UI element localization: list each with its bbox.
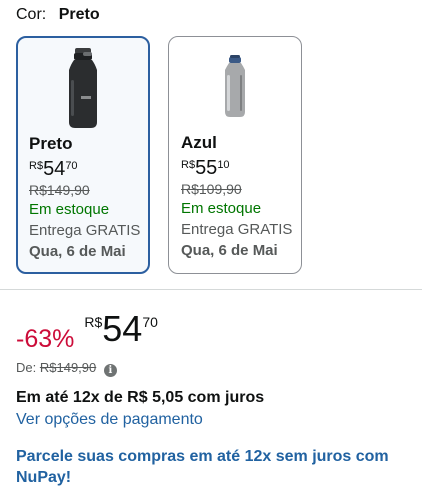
option-list-price: R$149,90 bbox=[29, 182, 90, 198]
price-currency: R$ bbox=[29, 160, 44, 172]
main-price-integer: 54 bbox=[102, 308, 143, 349]
option-price: R$5510 bbox=[181, 157, 230, 180]
color-selector-header: Cor: Preto bbox=[16, 5, 100, 25]
selected-color: Preto bbox=[58, 6, 100, 23]
price-integer: 54 bbox=[43, 158, 66, 180]
color-option-preto[interactable]: Preto R$5470 R$149,90 Em estoque Entrega… bbox=[16, 36, 150, 274]
price-decimal: 10 bbox=[217, 159, 230, 171]
price-decimal: 70 bbox=[65, 160, 78, 172]
main-price: -63% R$5470 bbox=[16, 308, 158, 353]
payment-options-link[interactable]: Ver opções de pagamento bbox=[16, 411, 203, 429]
option-availability: Em estoque bbox=[181, 200, 262, 217]
option-shipping: Entrega GRATIS bbox=[29, 222, 141, 239]
main-price-currency: R$ bbox=[84, 314, 103, 330]
bottle-image-black bbox=[69, 48, 97, 128]
option-shipping: Entrega GRATIS bbox=[181, 221, 293, 238]
option-price: R$5470 bbox=[29, 158, 78, 181]
installments-text: Em até 12x de R$ 5,05 com juros bbox=[16, 389, 265, 406]
list-price-label: De: bbox=[16, 360, 37, 375]
product-thumbnail-preto bbox=[18, 46, 148, 132]
price-integer: 55 bbox=[195, 157, 218, 179]
option-list-price: R$109,90 bbox=[181, 181, 242, 197]
price-currency: R$ bbox=[181, 159, 196, 171]
list-price-value: R$149,90 bbox=[39, 360, 97, 375]
section-divider bbox=[0, 289, 422, 290]
option-availability: Em estoque bbox=[29, 201, 110, 218]
product-thumbnail-azul bbox=[169, 45, 301, 131]
main-price-decimal: 70 bbox=[142, 314, 158, 330]
option-delivery-date: Qua, 6 de Mai bbox=[29, 243, 126, 260]
bottle-image-steel bbox=[225, 55, 245, 117]
nupay-promo-link[interactable]: Parcele suas compras em até 12x sem juro… bbox=[16, 446, 406, 488]
option-name: Preto bbox=[29, 134, 73, 153]
option-name: Azul bbox=[181, 133, 217, 152]
color-option-azul[interactable]: Azul R$5510 R$109,90 Em estoque Entrega … bbox=[168, 36, 302, 274]
info-icon[interactable]: i bbox=[103, 364, 117, 377]
discount-percentage: -63% bbox=[16, 325, 75, 353]
list-price-row: De: R$149,90 i bbox=[16, 360, 117, 377]
color-label: Cor: bbox=[16, 6, 47, 23]
option-delivery-date: Qua, 6 de Mai bbox=[181, 242, 278, 259]
